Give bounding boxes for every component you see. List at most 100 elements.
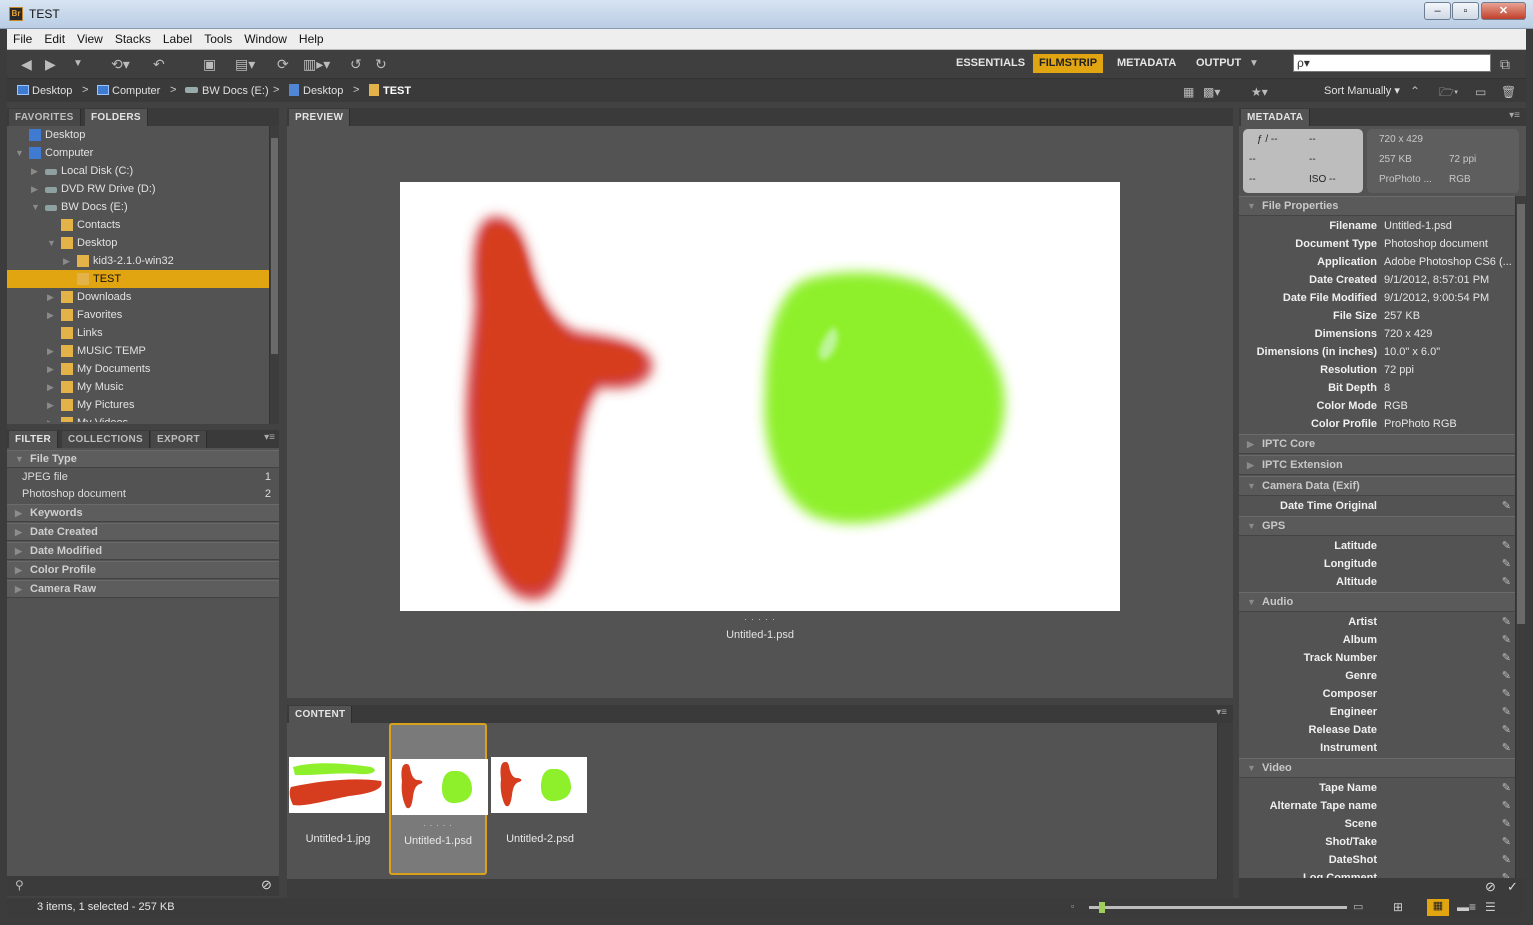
edit-pencil-icon[interactable]: ✎ bbox=[1502, 685, 1511, 703]
view-details-icon[interactable]: ▬≡ bbox=[1457, 900, 1476, 914]
metadata-section-header[interactable]: ▼ Audio bbox=[1239, 592, 1515, 612]
breadcrumb-desktop[interactable]: Desktop bbox=[17, 84, 72, 98]
folder-tree-item[interactable]: ▶ Favorites bbox=[7, 306, 269, 324]
edit-pencil-icon[interactable]: ✎ bbox=[1502, 631, 1511, 649]
metadata-section-header[interactable]: ▼ Video bbox=[1239, 758, 1515, 778]
tab-collections[interactable]: COLLECTIONS bbox=[62, 431, 150, 448]
metadata-value[interactable]: 10.0" x 6.0" bbox=[1384, 343, 1514, 361]
triangle-right-icon[interactable]: ▶ bbox=[47, 342, 54, 360]
forward-arrow-icon[interactable]: ▶ bbox=[45, 55, 56, 73]
metadata-value[interactable]: 257 KB bbox=[1384, 307, 1514, 325]
folder-tree-item[interactable]: ▶ Downloads bbox=[7, 288, 269, 306]
menu-window[interactable]: Window bbox=[238, 29, 293, 50]
triangle-right-icon[interactable]: ▶ bbox=[47, 396, 54, 414]
view-list-icon[interactable]: ☰ bbox=[1485, 900, 1496, 914]
edit-pencil-icon[interactable]: ✎ bbox=[1502, 497, 1511, 515]
metadata-value[interactable]: 720 x 429 bbox=[1384, 325, 1514, 343]
metadata-section-header[interactable]: ▶ IPTC Extension bbox=[1239, 455, 1515, 475]
apply-check-icon[interactable]: ✓ bbox=[1507, 879, 1518, 895]
folder-tree-item[interactable]: ▶ My Pictures bbox=[7, 396, 269, 414]
edit-pencil-icon[interactable]: ✎ bbox=[1502, 797, 1511, 815]
filter-row-photoshop[interactable]: Photoshop document 2 bbox=[7, 486, 279, 503]
pin-icon[interactable]: ⚲ bbox=[15, 878, 24, 892]
metadata-value[interactable]: 72 ppi bbox=[1384, 361, 1514, 379]
filter-row-jpeg[interactable]: JPEG file 1 bbox=[7, 469, 279, 486]
view-thumbnails-icon[interactable]: ▦ bbox=[1427, 899, 1449, 916]
metadata-value[interactable]: 8 bbox=[1384, 379, 1514, 397]
tab-preview[interactable]: PREVIEW bbox=[289, 109, 351, 126]
folder-tree-item[interactable]: ▶ Local Disk (C:) bbox=[7, 162, 269, 180]
menu-help[interactable]: Help bbox=[293, 29, 330, 50]
folder-tree-item[interactable]: Links bbox=[7, 324, 269, 342]
thumbnail-size-slider[interactable] bbox=[1089, 902, 1347, 913]
folder-tree-item[interactable]: ▶ MUSIC TEMP bbox=[7, 342, 269, 360]
menu-tools[interactable]: Tools bbox=[198, 29, 238, 50]
delete-icon[interactable]: 🗑 bbox=[1501, 83, 1516, 101]
edit-pencil-icon[interactable]: ✎ bbox=[1502, 537, 1511, 555]
thumbnail-untitled-2-psd[interactable]: Untitled-2.psd bbox=[491, 723, 589, 875]
small-thumb-icon[interactable]: ▫ bbox=[1071, 901, 1074, 911]
edit-pencil-icon[interactable]: ✎ bbox=[1502, 739, 1511, 757]
folder-tree-item[interactable]: ▶ My Music bbox=[7, 378, 269, 396]
menu-view[interactable]: View bbox=[71, 29, 109, 50]
open-recent-folder-icon[interactable]: 🗁▾ bbox=[1439, 83, 1458, 101]
metadata-value[interactable]: Photoshop document bbox=[1384, 235, 1514, 253]
folder-tree-item[interactable]: ▶ My Documents bbox=[7, 360, 269, 378]
sort-dropdown[interactable]: Sort Manually ▾ bbox=[1324, 84, 1400, 98]
filter-date-created[interactable]: ▶ Date Created bbox=[7, 523, 279, 541]
edit-pencil-icon[interactable]: ✎ bbox=[1502, 667, 1511, 685]
edit-pencil-icon[interactable]: ✎ bbox=[1502, 721, 1511, 739]
content-scrollbar[interactable] bbox=[1217, 723, 1233, 879]
triangle-down-icon[interactable]: ▼ bbox=[47, 234, 56, 252]
edit-pencil-icon[interactable]: ✎ bbox=[1502, 555, 1511, 573]
filter-date-modified[interactable]: ▶ Date Modified bbox=[7, 542, 279, 560]
preview-image[interactable] bbox=[400, 182, 1120, 611]
workspace-filmstrip[interactable]: FILMSTRIP bbox=[1033, 54, 1104, 73]
edit-pencil-icon[interactable]: ✎ bbox=[1502, 815, 1511, 833]
menu-edit[interactable]: Edit bbox=[38, 29, 71, 50]
reveal-recent-icon[interactable]: ⟲▾ bbox=[111, 55, 130, 73]
close-window-button[interactable]: ✕ bbox=[1481, 2, 1526, 20]
workspace-dropdown-icon[interactable]: ▼ bbox=[1249, 55, 1259, 73]
menu-file[interactable]: File bbox=[7, 29, 38, 50]
metadata-value[interactable]: RGB bbox=[1384, 397, 1514, 415]
metadata-value[interactable]: Untitled-1.psd bbox=[1384, 217, 1514, 235]
scroll-thumb[interactable] bbox=[271, 138, 278, 354]
view-options-icon[interactable]: ▩▾ bbox=[1203, 83, 1220, 101]
cancel-icon[interactable]: ⊘ bbox=[1485, 879, 1496, 895]
slider-handle[interactable] bbox=[1099, 902, 1106, 913]
search-input[interactable]: ρ▾ bbox=[1293, 54, 1491, 72]
panel-menu-icon[interactable]: ▾≡ bbox=[264, 432, 275, 443]
triangle-right-icon[interactable]: ▶ bbox=[31, 180, 38, 198]
breadcrumb-bw-docs[interactable]: BW Docs (E:) bbox=[185, 84, 269, 98]
triangle-right-icon[interactable]: ▶ bbox=[31, 162, 38, 180]
metadata-section-header[interactable]: ▶ IPTC Core bbox=[1239, 434, 1515, 454]
metadata-section-header[interactable]: ▼ File Properties bbox=[1239, 196, 1515, 216]
filter-keywords[interactable]: ▶ Keywords bbox=[7, 504, 279, 522]
metadata-value[interactable]: Adobe Photoshop CS6 (... bbox=[1384, 253, 1514, 271]
thumbnail-rating-dots[interactable]: . . . . . bbox=[391, 819, 485, 828]
filter-camera-raw[interactable]: ▶ Camera Raw bbox=[7, 580, 279, 598]
folder-tree-item[interactable]: ▶ DVD RW Drive (D:) bbox=[7, 180, 269, 198]
recent-dropdown-icon[interactable]: ▼ bbox=[73, 55, 83, 73]
edit-pencil-icon[interactable]: ✎ bbox=[1502, 703, 1511, 721]
breadcrumb-computer[interactable]: Computer bbox=[97, 84, 160, 98]
thumbnail-untitled-1-jpg[interactable]: Untitled-1.jpg bbox=[289, 723, 387, 875]
metadata-section-header[interactable]: ▼ Camera Data (Exif) bbox=[1239, 476, 1515, 496]
back-arrow-icon[interactable]: ◀ bbox=[21, 55, 32, 73]
rating-dots[interactable]: . . . . . bbox=[287, 612, 1233, 622]
metadata-value[interactable]: 9/1/2012, 8:57:01 PM bbox=[1384, 271, 1514, 289]
edit-pencil-icon[interactable]: ✎ bbox=[1502, 613, 1511, 631]
edit-pencil-icon[interactable]: ✎ bbox=[1502, 851, 1511, 869]
thumbnail-quality-icon[interactable]: ▦ bbox=[1183, 83, 1194, 101]
metadata-value[interactable]: ProPhoto RGB bbox=[1384, 415, 1514, 433]
tab-filter[interactable]: FILTER bbox=[9, 431, 59, 448]
menu-label[interactable]: Label bbox=[157, 29, 198, 50]
filter-color-profile[interactable]: ▶ Color Profile bbox=[7, 561, 279, 579]
tab-favorites[interactable]: FAVORITES bbox=[9, 109, 81, 126]
folder-tree-item[interactable]: ▼ BW Docs (E:) bbox=[7, 198, 269, 216]
lock-grid-icon[interactable]: ⊞ bbox=[1393, 900, 1403, 914]
folder-tree-item[interactable]: Contacts bbox=[7, 216, 269, 234]
triangle-down-icon[interactable]: ▼ bbox=[15, 144, 24, 162]
triangle-right-icon[interactable]: ▶ bbox=[47, 414, 54, 422]
